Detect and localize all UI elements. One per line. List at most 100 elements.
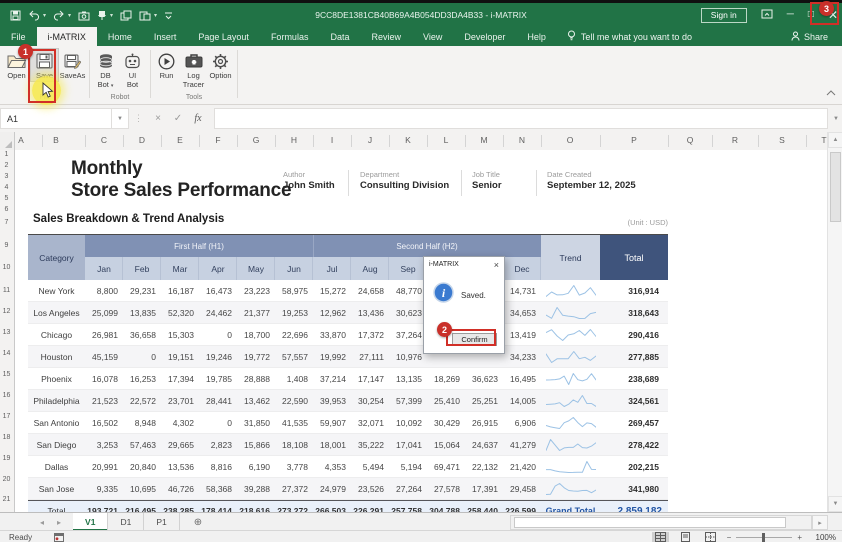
sheet-tab-v1[interactable]: V1 [73,513,108,531]
cell-dec[interactable]: 14,731 [503,286,541,296]
cell-apr[interactable]: 0 [199,330,237,340]
row-header-4[interactable]: 4 [0,184,13,191]
column-header-q[interactable]: Q [681,135,699,145]
cell-apr[interactable]: 19,785 [199,374,237,384]
month-header-jul[interactable]: Jul [313,257,351,280]
qat-paste-icon[interactable] [139,10,151,21]
column-header-p[interactable]: P [625,135,643,145]
qat-pin-dropdown-icon[interactable]: ▾ [110,12,113,19]
select-all-corner[interactable] [0,132,15,151]
qat-copy-icon[interactable] [120,10,132,21]
cell-feb[interactable]: 13,835 [123,308,161,318]
cell-may[interactable]: 19,772 [237,352,275,362]
qat-undo-dropdown-icon[interactable]: ▾ [43,12,46,19]
cancel-entry-icon[interactable]: × [148,113,168,124]
row-total[interactable]: 290,416 [600,330,668,340]
row-header-10[interactable]: 10 [0,264,13,271]
cell-apr[interactable]: 19,246 [199,352,237,362]
cell-oct[interactable]: 27,578 [427,484,465,494]
cell-may[interactable]: 39,288 [237,484,275,494]
qat-pin-icon[interactable] [97,10,107,21]
cell-aug[interactable]: 17,372 [351,330,389,340]
cell-jul[interactable]: 15,272 [313,286,351,296]
month-header-dec[interactable]: Dec [503,257,541,280]
month-header-sep[interactable]: Sep [389,257,427,280]
row-category[interactable]: San Antonio [28,418,85,428]
qat-redo-icon[interactable] [53,10,65,21]
cell-mar[interactable]: 52,320 [161,308,199,318]
cell-mar[interactable]: 17,394 [161,374,199,384]
trend-header-cell[interactable]: Trend [541,235,600,280]
cell-jun[interactable]: 22,590 [275,396,313,406]
sheet-nav-right-icon[interactable]: ▸ [57,518,61,527]
trend-cell[interactable] [541,284,600,298]
run-button[interactable]: Run [153,48,180,81]
column-header-i[interactable]: I [323,135,341,145]
cell-aug[interactable]: 32,071 [351,418,389,428]
row-total[interactable]: 278,422 [600,440,668,450]
column-header-j[interactable]: J [361,135,379,145]
ribbon-tab-file[interactable]: File [0,27,37,46]
cell-nov[interactable]: 17,391 [465,484,503,494]
cell-dec[interactable]: 14,005 [503,396,541,406]
sheet-nav-left-icon[interactable]: ◂ [40,518,44,527]
row-header-9[interactable]: 9 [0,242,13,249]
row-header-6[interactable]: 6 [0,206,13,213]
ribbon-tab-page-layout[interactable]: Page Layout [187,27,260,46]
cell-sep[interactable]: 5,194 [389,462,427,472]
cell-oct[interactable]: 25,410 [427,396,465,406]
cell-jan[interactable]: 3,253 [85,440,123,450]
cell-may[interactable]: 23,223 [237,286,275,296]
formula-bar-expand-icon[interactable]: ▼ [833,116,839,122]
cell-jul[interactable]: 4,353 [313,462,351,472]
zoom-slider[interactable] [736,537,792,538]
cell-apr[interactable]: 8,816 [199,462,237,472]
cell-jan[interactable]: 26,981 [85,330,123,340]
trend-cell[interactable] [541,482,600,496]
row-category[interactable]: San Diego [28,440,85,450]
first-half-header-cell[interactable]: First Half (H1) [85,235,313,257]
zoom-level[interactable]: 100% [810,533,836,542]
cell-jul[interactable]: 18,001 [313,440,351,450]
row-header-17[interactable]: 17 [0,413,13,420]
cell-sep[interactable]: 13,135 [389,374,427,384]
cell-feb[interactable]: 29,231 [123,286,161,296]
enter-entry-icon[interactable]: ✓ [168,113,188,124]
row-category[interactable]: San Jose [28,484,85,494]
cell-feb[interactable]: 16,253 [123,374,161,384]
share-button[interactable]: Share [791,27,842,46]
save-as-button[interactable]: SaveAs [59,48,86,81]
row-header-2[interactable]: 2 [0,162,13,169]
row-category[interactable]: New York [28,286,85,296]
cell-dec[interactable]: 6,906 [503,418,541,428]
cell-nov[interactable]: 26,915 [465,418,503,428]
hscroll-right-icon[interactable]: ▸ [812,515,828,530]
trend-cell[interactable] [541,460,600,474]
column-header-e[interactable]: E [171,135,189,145]
cell-jan[interactable]: 20,991 [85,462,123,472]
page-layout-view-icon[interactable] [677,532,694,542]
collapse-ribbon-icon[interactable] [826,83,836,101]
row-category[interactable]: Chicago [28,330,85,340]
column-header-m[interactable]: M [475,135,493,145]
total-header-cell[interactable]: Total [600,235,668,280]
cell-feb[interactable]: 0 [123,352,161,362]
cell-feb[interactable]: 36,658 [123,330,161,340]
cell-jul[interactable]: 12,962 [313,308,351,318]
sheet-tab-d1[interactable]: D1 [108,513,144,531]
cell-mar[interactable]: 19,151 [161,352,199,362]
cell-nov[interactable]: 24,637 [465,440,503,450]
cell-mar[interactable]: 16,187 [161,286,199,296]
cell-dec[interactable]: 41,279 [503,440,541,450]
zoom-slider-thumb[interactable] [762,533,765,542]
row-header-21[interactable]: 21 [0,496,13,503]
cell-mar[interactable]: 29,665 [161,440,199,450]
cell-dec[interactable]: 29,458 [503,484,541,494]
cell-jan[interactable]: 8,800 [85,286,123,296]
cell-feb[interactable]: 20,840 [123,462,161,472]
minimize-button[interactable]: ─ [787,10,794,20]
row-total[interactable]: 269,457 [600,418,668,428]
cell-jun[interactable]: 19,253 [275,308,313,318]
row-category[interactable]: Phoenix [28,374,85,384]
cell-sep[interactable]: 57,399 [389,396,427,406]
